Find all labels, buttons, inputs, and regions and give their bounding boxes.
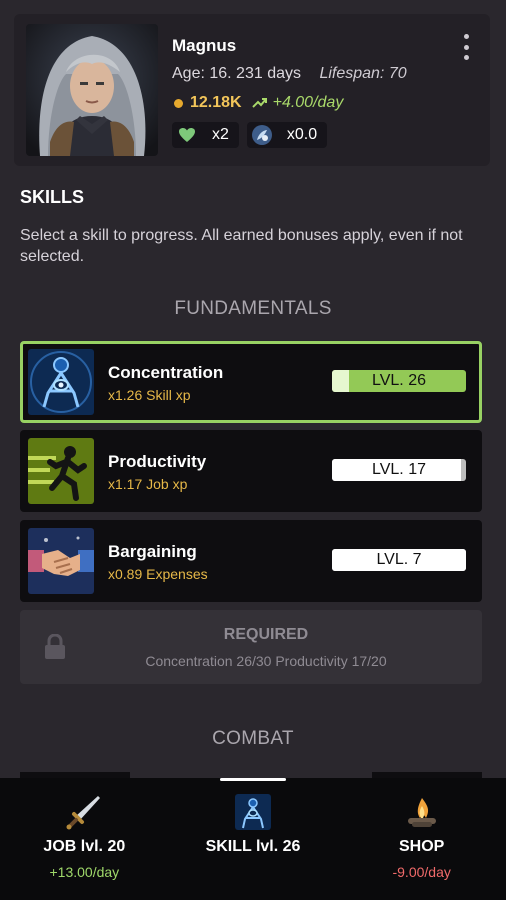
nav-skill[interactable]: SKILL lvl. 26 [169,778,338,900]
income-rate: +4.00/day [251,94,344,112]
resource-badges: x2 x0.0 [172,122,328,148]
character-portrait [26,24,158,156]
nav-job[interactable]: JOB lvl. 20 +13.00/day [0,778,169,900]
bottom-nav: JOB lvl. 20 +13.00/day SKILL lvl. 26 SHO… [0,778,506,900]
skill-row-productivity[interactable]: Productivity x1.17 Job xp LVL. 17 [20,430,482,512]
skill-level-bar: LVL. 17 [332,459,466,481]
active-tab-indicator [220,778,286,781]
handshake-icon [28,528,94,594]
skill-bonus: x1.26 Skill xp [108,387,191,403]
essence-count: x0.0 [286,126,318,143]
skill-level-bar: LVL. 7 [332,549,466,571]
skill-name: Concentration [108,363,224,382]
skill-level-text: LVL. 17 [372,461,426,478]
hearts-badge: x2 [172,122,239,148]
fundamentals-heading: FUNDAMENTALS [174,298,332,319]
lifespan-text: Lifespan: 70 [319,65,407,82]
more-menu-icon[interactable] [460,34,472,60]
skill-level-text: LVL. 26 [372,372,426,389]
hearts-count: x2 [212,126,229,143]
skills-description: Select a skill to progress. All earned b… [20,227,463,265]
nav-shop-label: SHOP [399,838,445,855]
money-row: 12.18K +4.00/day [174,94,343,112]
required-requirements: Concentration 26/30 Productivity 17/20 [145,653,387,669]
concentration-icon [28,349,94,415]
nav-shop-expense: -9.00/day [392,864,451,880]
character-card: Magnus Age: 16. 231 days Lifespan: 70 12… [14,14,490,166]
skill-row-bargaining[interactable]: Bargaining x0.89 Expenses LVL. 7 [20,520,482,602]
skill-bonus: x0.89 Expenses [108,566,208,582]
character-name: Magnus [172,36,237,55]
age-text: Age: 16. 231 days [172,65,301,82]
age-row: Age: 16. 231 days Lifespan: 70 [172,65,407,83]
skill-name: Bargaining [108,542,197,561]
nav-job-label: JOB lvl. 20 [43,838,126,855]
skill-level-bar: LVL. 26 [332,370,466,392]
sword-icon [66,796,101,830]
locked-skill-row: REQUIRED Concentration 26/30 Productivit… [20,610,482,684]
essence-badge: x0.0 [246,122,328,148]
skill-row-concentration[interactable]: Concentration x1.26 Skill xp LVL. 26 [20,341,482,423]
skill-level-text: LVL. 7 [376,551,422,568]
income-text: +4.00/day [272,94,344,111]
concentration-icon [235,794,271,830]
gold-amount: 12.18K [190,94,242,111]
skills-title: SKILLS [20,187,85,207]
skill-name: Productivity [108,452,207,471]
trend-up-icon [251,98,267,108]
essence-icon [251,124,273,146]
nav-job-income: +13.00/day [49,864,120,880]
skill-bonus: x1.17 Job xp [108,476,188,492]
combat-heading: COMBAT [212,728,294,749]
running-figure-icon [28,438,94,504]
campfire-icon [407,798,436,827]
nav-skill-label: SKILL lvl. 26 [205,838,301,855]
coin-icon [174,98,183,108]
nav-shop[interactable]: SHOP -9.00/day [337,778,506,900]
required-label: REQUIRED [223,626,309,643]
heart-icon [176,124,198,146]
